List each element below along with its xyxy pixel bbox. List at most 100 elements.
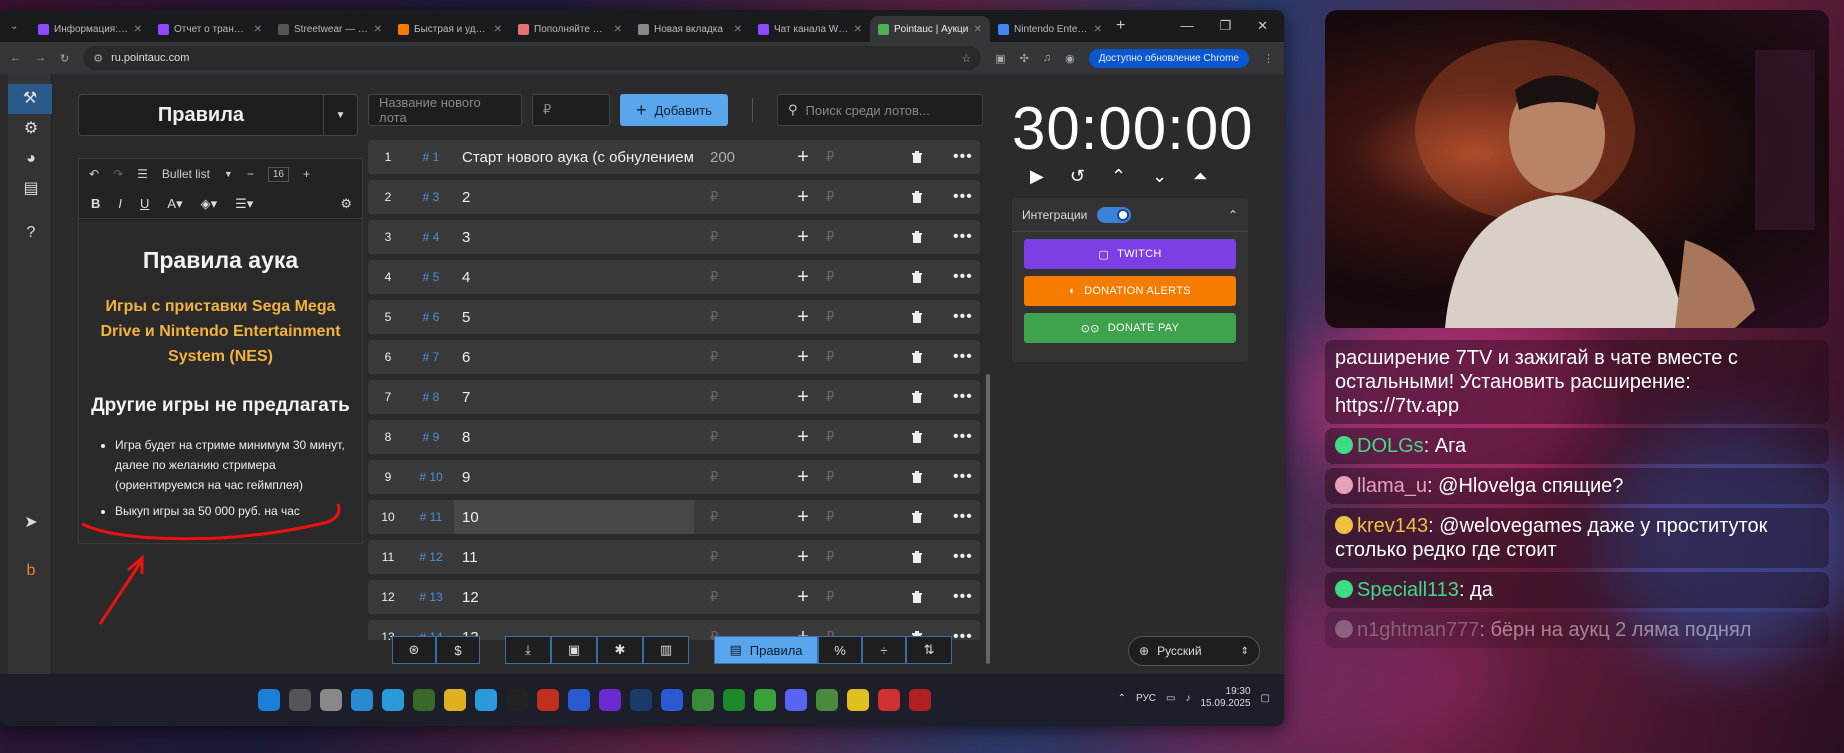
trash-icon[interactable]: [910, 350, 924, 364]
lot-name-input[interactable]: 3: [454, 220, 694, 254]
input-lang[interactable]: РУС: [1136, 693, 1156, 704]
browser-tab[interactable]: Streetwear — Inv ✕: [270, 16, 390, 42]
trash-icon[interactable]: [910, 150, 924, 164]
lot-add-button[interactable]: +: [790, 186, 816, 209]
clipboard-icon[interactable]: ▤: [22, 180, 40, 198]
highlight-color-icon[interactable]: ◈▾: [201, 196, 218, 212]
trash-icon[interactable]: [910, 190, 924, 204]
taskbar-app-icon[interactable]: [692, 689, 714, 711]
font-increase-button[interactable]: +: [303, 167, 310, 181]
lot-add-sum-input[interactable]: ₽: [816, 429, 856, 445]
lot-sum[interactable]: ₽: [694, 269, 790, 285]
help-icon[interactable]: ?: [22, 224, 40, 242]
tab-close-icon[interactable]: ✕: [1094, 24, 1102, 35]
font-size-input[interactable]: 16: [267, 166, 289, 182]
lot-add-button[interactable]: +: [790, 146, 816, 169]
lot-name-input[interactable]: Старт нового аука (с обнулением): [454, 140, 694, 174]
profile-icon[interactable]: ◉: [1065, 52, 1075, 65]
tab-close-icon[interactable]: ✕: [974, 24, 982, 35]
lot-sum[interactable]: ₽: [694, 309, 790, 325]
more-options-icon[interactable]: •••: [953, 308, 973, 326]
lot-add-sum-input[interactable]: ₽: [816, 149, 856, 165]
browser-tab[interactable]: Отчет о трансля ✕: [150, 16, 270, 42]
reload-icon[interactable]: ↻: [60, 52, 69, 65]
tray-chevron-icon[interactable]: ⌃: [1118, 693, 1126, 704]
lot-row[interactable]: 10 # 11 10 ₽ + ₽ •••: [368, 500, 980, 534]
trash-icon[interactable]: [910, 230, 924, 244]
more-options-icon[interactable]: •••: [953, 588, 973, 606]
browser-tab[interactable]: Информация: W ✕: [30, 16, 150, 42]
browser-tab[interactable]: Чат канала WEL ✕: [750, 16, 870, 42]
chat-username[interactable]: n1ghtman777: [1357, 619, 1479, 641]
lot-row[interactable]: 4 # 5 4 ₽ + ₽ •••: [368, 260, 980, 294]
taskbar-app-icon[interactable]: [320, 689, 342, 711]
taskbar-app-icon[interactable]: [413, 689, 435, 711]
trash-icon[interactable]: [910, 550, 924, 564]
tab-close-icon[interactable]: ✕: [374, 24, 382, 35]
clock[interactable]: 19:30 15.09.2025: [1200, 686, 1250, 710]
sort-icon[interactable]: ⇅: [906, 636, 952, 664]
chevron-down-icon[interactable]: ▼: [224, 169, 233, 179]
lot-add-sum-input[interactable]: ₽: [816, 589, 856, 605]
redo-icon[interactable]: ↷: [113, 167, 123, 181]
lot-add-sum-input[interactable]: ₽: [816, 469, 856, 485]
lot-add-sum-input[interactable]: ₽: [816, 549, 856, 565]
lot-sum[interactable]: ₽: [694, 229, 790, 245]
lot-add-sum-input[interactable]: ₽: [816, 309, 856, 325]
taskbar-app-icon[interactable]: [816, 689, 838, 711]
lot-add-button[interactable]: +: [790, 466, 816, 489]
align-icon[interactable]: ☰▾: [235, 196, 253, 212]
lot-name-input[interactable]: 8: [454, 420, 694, 454]
taskbar-app-icon[interactable]: [537, 689, 559, 711]
lot-name-input[interactable]: 7: [454, 380, 694, 414]
browser-tab[interactable]: Новая вкладка ✕: [630, 16, 750, 42]
split-icon[interactable]: ÷: [862, 636, 906, 664]
lot-add-button[interactable]: +: [790, 426, 816, 449]
more-options-icon[interactable]: •••: [953, 468, 973, 486]
more-options-icon[interactable]: •••: [953, 188, 973, 206]
chevron-down-icon[interactable]: ⌄: [1152, 166, 1167, 187]
taskbar-app-icon[interactable]: [909, 689, 931, 711]
donation-alerts-button[interactable]: ◐ DONATION ALERTS: [1024, 276, 1236, 306]
lot-add-sum-input[interactable]: ₽: [816, 389, 856, 405]
lot-add-button[interactable]: +: [790, 546, 816, 569]
chevron-up-icon[interactable]: ⌃: [1111, 166, 1126, 187]
taskbar-app-icon[interactable]: [506, 689, 528, 711]
back-icon[interactable]: ←: [10, 52, 21, 64]
taskbar-app-icon[interactable]: [475, 689, 497, 711]
list-style-select[interactable]: Bullet list: [162, 167, 210, 181]
taskbar-app-icon[interactable]: [754, 689, 776, 711]
lot-row[interactable]: 12 # 13 12 ₽ + ₽ •••: [368, 580, 980, 614]
tab-close-icon[interactable]: ✕: [134, 24, 142, 35]
search-lots-input[interactable]: ⚲ Поиск среди лотов...: [776, 94, 983, 126]
lot-row[interactable]: 8 # 9 8 ₽ + ₽ •••: [368, 420, 980, 454]
more-options-icon[interactable]: •••: [953, 428, 973, 446]
trash-icon[interactable]: [910, 510, 924, 524]
lot-add-button[interactable]: +: [790, 266, 816, 289]
tab-close-icon[interactable]: ✕: [734, 24, 742, 35]
tab-close-icon[interactable]: ✕: [494, 24, 502, 35]
lot-name-input[interactable]: 2: [454, 180, 694, 214]
undo-icon[interactable]: ↶: [89, 167, 99, 181]
lot-sum[interactable]: ₽: [694, 549, 790, 565]
taskbar-app-icon[interactable]: [785, 689, 807, 711]
network-icon[interactable]: ▭: [1166, 693, 1175, 704]
lot-row[interactable]: 11 # 12 11 ₽ + ₽ •••: [368, 540, 980, 574]
github-icon[interactable]: ⊛: [392, 636, 436, 664]
pie-chart-icon[interactable]: ◕: [22, 150, 40, 168]
lot-row[interactable]: 9 # 10 9 ₽ + ₽ •••: [368, 460, 980, 494]
save-icon[interactable]: ▣: [551, 636, 597, 664]
reset-icon[interactable]: ↺: [1070, 166, 1085, 187]
trash-icon[interactable]: [910, 470, 924, 484]
taskbar-app-icon[interactable]: [258, 689, 280, 711]
taskbar-app-icon[interactable]: [878, 689, 900, 711]
chat-username[interactable]: Speciall113: [1357, 579, 1459, 601]
font-decrease-button[interactable]: −: [247, 167, 254, 181]
taskbar-app-icon[interactable]: [444, 689, 466, 711]
trash-icon[interactable]: [910, 390, 924, 404]
lot-name-input[interactable]: 11: [454, 540, 694, 574]
lot-row[interactable]: 5 # 6 5 ₽ + ₽ •••: [368, 300, 980, 334]
integrations-toggle[interactable]: [1097, 206, 1132, 223]
menu-icon[interactable]: ⋮: [1263, 52, 1274, 65]
trash-icon[interactable]: [910, 590, 924, 604]
